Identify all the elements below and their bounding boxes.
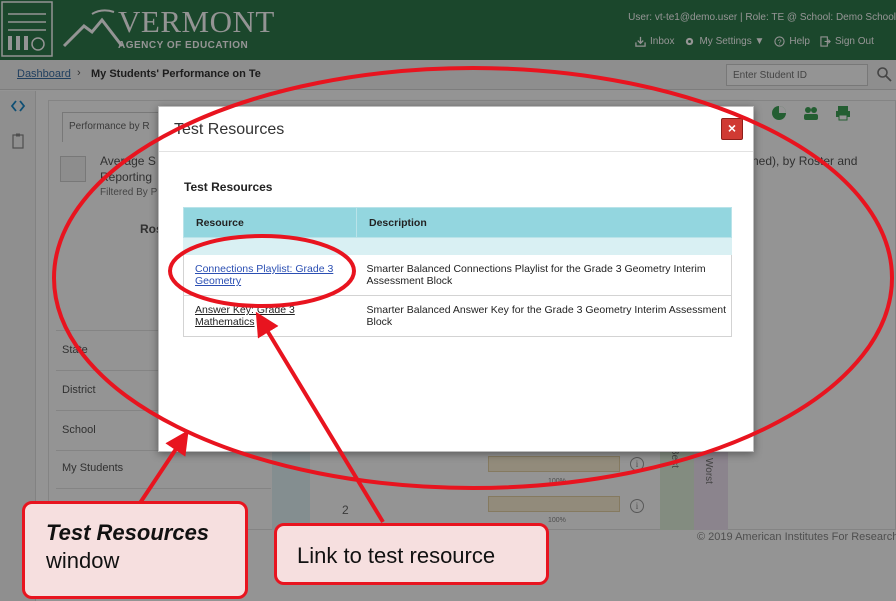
- description-cell: Smarter Balanced Answer Key for the Grad…: [356, 295, 732, 337]
- window-callout-title: Test Resources: [46, 520, 210, 545]
- answer-key-link[interactable]: Answer Key: Grade 3 Mathematics: [195, 304, 295, 328]
- window-callout: Test Resources window: [22, 501, 248, 599]
- table-subheader-row: [183, 237, 732, 255]
- test-resources-modal: Test Resources × Test Resources Resource…: [158, 106, 754, 452]
- resource-cell: Connections Playlist: Grade 3 Geometry: [183, 254, 357, 296]
- table-header-row: Resource Description: [183, 207, 732, 238]
- resources-heading: Test Resources: [184, 180, 273, 194]
- table-row: Answer Key: Grade 3 Mathematics Smarter …: [183, 295, 732, 337]
- description-cell: Smarter Balanced Connections Playlist fo…: [356, 254, 732, 296]
- resources-table: Resource Description Connections Playlis…: [183, 207, 732, 337]
- column-header-resource: Resource: [183, 207, 357, 238]
- table-row: Connections Playlist: Grade 3 Geometry S…: [183, 254, 732, 296]
- resource-cell: Answer Key: Grade 3 Mathematics: [183, 295, 357, 337]
- column-header-description: Description: [356, 207, 732, 238]
- modal-divider: [159, 151, 753, 152]
- modal-title: Test Resources: [174, 121, 285, 138]
- close-button[interactable]: ×: [721, 118, 743, 140]
- screen: VERMONT AGENCY OF EDUCATION User: vt-te1…: [0, 0, 896, 601]
- link-callout: Link to test resource: [274, 523, 549, 585]
- window-callout-subtitle: window: [46, 548, 120, 573]
- connections-playlist-link[interactable]: Connections Playlist: Grade 3 Geometry: [195, 263, 333, 287]
